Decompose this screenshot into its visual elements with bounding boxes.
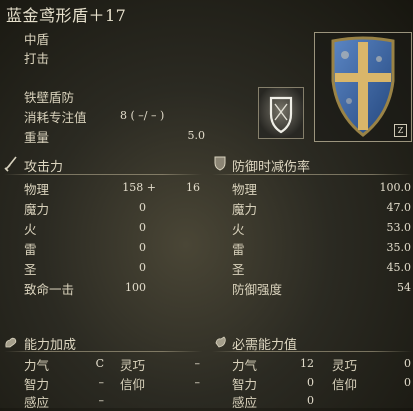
defense-row-value: 100.0 [379, 181, 412, 194]
attack-row-value: 100 [125, 281, 146, 294]
defense-row-value: 54 [397, 281, 411, 294]
scaling-stat-value: – [194, 376, 201, 389]
requirement-stat-label: 灵巧 [332, 358, 358, 373]
defense-row-value: 53.0 [386, 221, 412, 234]
scaling-stat-value: – [194, 357, 201, 370]
requirement-stat-value: 12 [300, 357, 314, 370]
defense-divider [212, 174, 412, 175]
attack-row-label: 圣 [24, 262, 37, 277]
attack-row-value: 0 [139, 201, 146, 214]
attack-section-header: 攻击力 [4, 156, 63, 176]
shield-icon [214, 156, 226, 175]
defense-row-label: 物理 [232, 182, 258, 197]
requirement-stat-value: 0 [404, 357, 411, 370]
attack-row-value: 0 [139, 221, 146, 234]
scaling-stat-label: 力气 [24, 358, 50, 373]
requirement-stat-label: 智力 [232, 377, 258, 392]
scaling-stat-value: – [98, 394, 105, 407]
defense-title: 防御时减伤率 [232, 160, 311, 175]
attack-row-label: 致命一击 [24, 282, 75, 297]
attack-row-extra: 16 [186, 181, 200, 194]
scaling-stat-value: C [95, 357, 104, 370]
scaling-stat-label: 灵巧 [120, 358, 146, 373]
weight-label: 重量 [24, 130, 50, 145]
requirements-divider [212, 351, 412, 352]
scaling-stat-label: 信仰 [120, 377, 146, 392]
skill-name: 铁壁盾防 [24, 90, 75, 105]
defense-row-value: 47.0 [386, 201, 412, 214]
attack-title: 攻击力 [24, 160, 64, 175]
defense-row-value: 35.0 [386, 241, 412, 254]
corner-mark: Z [394, 124, 407, 137]
attack-row-label: 物理 [24, 182, 50, 197]
item-name: 蓝金鸢形盾＋17 [6, 6, 127, 25]
attack-row-label: 雷 [24, 242, 37, 257]
requirement-stat-label: 力气 [232, 358, 258, 373]
requirement-stat-value: 0 [307, 376, 314, 389]
defense-row-label: 雷 [232, 242, 245, 257]
scaling-stat-label: 感应 [24, 395, 50, 410]
attack-row-value: 0 [139, 241, 146, 254]
item-image: Z [314, 32, 412, 142]
requirement-stat-value: 0 [404, 376, 411, 389]
item-type: 中盾 [24, 32, 50, 47]
defense-row-label: 圣 [232, 262, 245, 277]
sword-icon [4, 156, 18, 176]
requirement-stat-value: 0 [307, 394, 314, 407]
scaling-stat-value: – [98, 376, 105, 389]
defense-row-label: 防御强度 [232, 282, 283, 297]
defense-row-label: 火 [232, 222, 245, 237]
weight-value: 5.0 [187, 129, 206, 142]
defense-row-label: 魔力 [232, 202, 258, 217]
skill-icon [258, 87, 304, 139]
scaling-divider [4, 351, 202, 352]
fp-cost-label: 消耗专注值 [24, 110, 87, 125]
attack-row-label: 魔力 [24, 202, 50, 217]
attack-type: 打击 [24, 51, 50, 66]
attack-row-value: 0 [139, 261, 146, 274]
fp-cost-value: 8 ( –/ – ) [120, 109, 165, 122]
attack-divider [4, 174, 202, 175]
attack-row-label: 火 [24, 222, 37, 237]
scaling-stat-label: 智力 [24, 377, 50, 392]
attack-row-value: 158 + [122, 181, 156, 194]
defense-section-header: 防御时减伤率 [214, 156, 310, 175]
requirement-stat-label: 信仰 [332, 377, 358, 392]
defense-row-value: 45.0 [386, 261, 412, 274]
requirement-stat-label: 感应 [232, 395, 258, 410]
